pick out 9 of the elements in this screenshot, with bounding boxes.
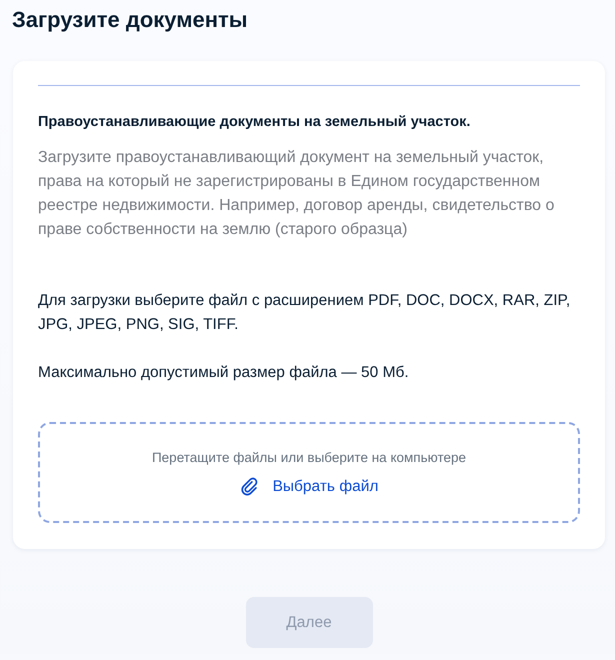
dropzone-hint: Перетащите файлы или выберите на компьютере [152, 448, 466, 466]
paperclip-icon [240, 477, 259, 496]
choose-file-link[interactable]: Выбрать файл [272, 476, 378, 496]
page-title: Загрузите документы [12, 6, 249, 34]
file-dropzone[interactable]: Перетащите файлы или выберите на компьютере Выбрать файл [38, 422, 580, 523]
size-note: Максимально допустимый размер файла — 50 Мб. [38, 363, 410, 383]
description-text: Загрузите правоустанавливающий документ на земельный участок, права на который не зарегистрированы в Едином государственном реестре недвижимости. Например, договор аренды, свидетельство о праве собственности на землю (старого образца) [38, 148, 556, 240]
formats-note: Для загрузки выберите файл с расширением PDF, DOC, DOCX, RAR, ZIP, JPG, JPEG, PNG, SIG, TIFF. [38, 291, 572, 335]
section-heading: Правоустанавливающие документы на земельный участок. [38, 113, 472, 132]
